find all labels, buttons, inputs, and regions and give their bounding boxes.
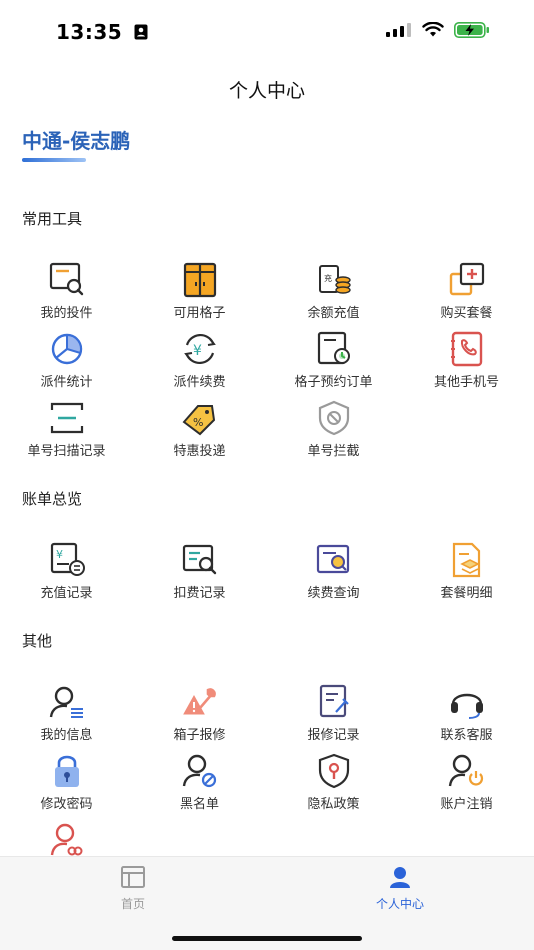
- package-detail-icon: [452, 542, 480, 578]
- other-blacklist[interactable]: 黑名单: [133, 753, 266, 812]
- other-label: 黑名单: [179, 797, 219, 812]
- user-link-icon: [50, 823, 82, 856]
- bill-label: 充值记录: [40, 586, 93, 601]
- tool-label: 余额充值: [307, 306, 360, 321]
- other-label: 账户注销: [440, 797, 493, 812]
- tool-locker-reservation[interactable]: 格子预约订单: [267, 331, 400, 390]
- tool-other-phone[interactable]: 其他手机号: [400, 331, 533, 390]
- svg-text:¥: ¥: [56, 548, 63, 561]
- balance-recharge-icon: 充: [318, 265, 351, 294]
- renewal-query-icon: [316, 544, 349, 574]
- tab-home[interactable]: 首页: [73, 865, 193, 912]
- bill-renewal-query[interactable]: 续费查询: [267, 542, 400, 601]
- other-box-repair[interactable]: 箱子报修: [133, 684, 266, 743]
- discount-delivery-icon: %: [182, 405, 215, 436]
- deduction-record-icon: [182, 544, 216, 575]
- other-label: 隐私政策: [307, 797, 360, 812]
- page-title: 个人中心: [228, 80, 305, 102]
- svg-text:%: %: [193, 416, 203, 429]
- blacklist-icon: [182, 754, 216, 788]
- tool-label: 购买套餐: [440, 306, 493, 321]
- battery-charging-icon: [454, 22, 489, 38]
- tool-label: 其他手机号: [433, 375, 499, 390]
- other-change-password[interactable]: 修改密码: [0, 753, 133, 812]
- wifi-icon: [422, 22, 444, 37]
- other-my-info[interactable]: 我的信息: [0, 684, 133, 743]
- home-layout-icon: [121, 866, 145, 888]
- bill-package-detail[interactable]: 套餐明细: [400, 542, 533, 601]
- tool-label: 我的投件: [40, 306, 93, 321]
- contact-card-icon: [134, 24, 148, 40]
- tool-scan-record[interactable]: 单号扫描记录: [0, 400, 133, 459]
- bill-label: 扣费记录: [173, 586, 226, 601]
- tool-label: 可用格子: [173, 306, 226, 321]
- home-indicator: [172, 936, 362, 941]
- section-title-bills: 账单总览: [22, 490, 83, 508]
- svg-text:充: 充: [324, 273, 332, 283]
- tool-delivery-renewal[interactable]: ¥ 派件续费: [133, 331, 266, 390]
- bill-deduction-record[interactable]: 扣费记录: [133, 542, 266, 601]
- my-deliveries-icon: [49, 262, 83, 296]
- delivery-renewal-icon: ¥: [183, 333, 216, 365]
- tool-my-deliveries[interactable]: 我的投件: [0, 262, 133, 321]
- other-customer-service[interactable]: 联系客服: [400, 684, 533, 743]
- available-lockers-icon: [183, 262, 216, 298]
- other-phone-icon: [450, 331, 482, 367]
- tool-delivery-stats[interactable]: 派件统计: [0, 331, 133, 390]
- tool-available-lockers[interactable]: 可用格子: [133, 262, 266, 321]
- tool-label: 单号扫描记录: [27, 444, 106, 459]
- locker-reservation-icon: [317, 331, 350, 365]
- bill-label: 续费查询: [307, 586, 360, 601]
- status-icons: [386, 22, 490, 38]
- other-label: 我的信息: [40, 728, 93, 743]
- other-account-logout[interactable]: 账户注销: [400, 753, 533, 812]
- user-name: 中通-侯志鹏: [22, 129, 131, 153]
- tool-balance-recharge[interactable]: 充 余额充值: [267, 262, 400, 321]
- tool-buy-package[interactable]: 购买套餐: [400, 262, 533, 321]
- user-name-underline: [22, 158, 86, 162]
- tool-discount-delivery[interactable]: % 特惠投递: [133, 400, 266, 459]
- tool-label: 格子预约订单: [294, 375, 373, 390]
- bill-label: 套餐明细: [440, 586, 493, 601]
- status-time: 13:35: [56, 20, 148, 44]
- section-title-other: 其他: [22, 632, 53, 650]
- status-bar: 13:35: [0, 0, 534, 62]
- tab-profile-label: 个人中心: [375, 897, 424, 911]
- delivery-stats-icon: [51, 333, 82, 365]
- other-repair-record[interactable]: 报修记录: [267, 684, 400, 743]
- tool-label: 单号拦截: [307, 444, 360, 459]
- tool-label: 特惠投递: [173, 444, 226, 459]
- tool-label: 派件续费: [173, 375, 226, 390]
- bill-recharge-record[interactable]: ¥ 充值记录: [0, 542, 133, 601]
- my-info-icon: [49, 686, 83, 718]
- signal-icon: [386, 23, 411, 37]
- account-logout-icon: [448, 754, 483, 787]
- tool-label: 派件统计: [40, 375, 93, 390]
- box-repair-icon: [182, 688, 216, 715]
- section-title-tools: 常用工具: [22, 210, 83, 228]
- profile-person-icon: [390, 867, 410, 888]
- customer-service-icon: [450, 693, 483, 719]
- tool-intercept[interactable]: 单号拦截: [267, 400, 400, 459]
- tab-profile[interactable]: 个人中心: [340, 865, 460, 912]
- other-label: 联系客服: [440, 728, 493, 743]
- other-label: 箱子报修: [173, 728, 226, 743]
- intercept-icon: [318, 400, 349, 436]
- recharge-record-icon: ¥: [50, 542, 85, 576]
- other-privacy-policy[interactable]: 隐私政策: [267, 753, 400, 812]
- tab-home-label: 首页: [120, 897, 145, 911]
- scan-record-icon: [50, 402, 83, 434]
- privacy-shield-icon: [318, 753, 349, 789]
- other-label: 修改密码: [40, 797, 93, 812]
- buy-package-icon: [449, 262, 484, 296]
- svg-text:¥: ¥: [193, 343, 202, 359]
- other-label: 报修记录: [307, 728, 360, 743]
- lock-icon: [54, 755, 79, 787]
- repair-record-icon: [319, 684, 349, 718]
